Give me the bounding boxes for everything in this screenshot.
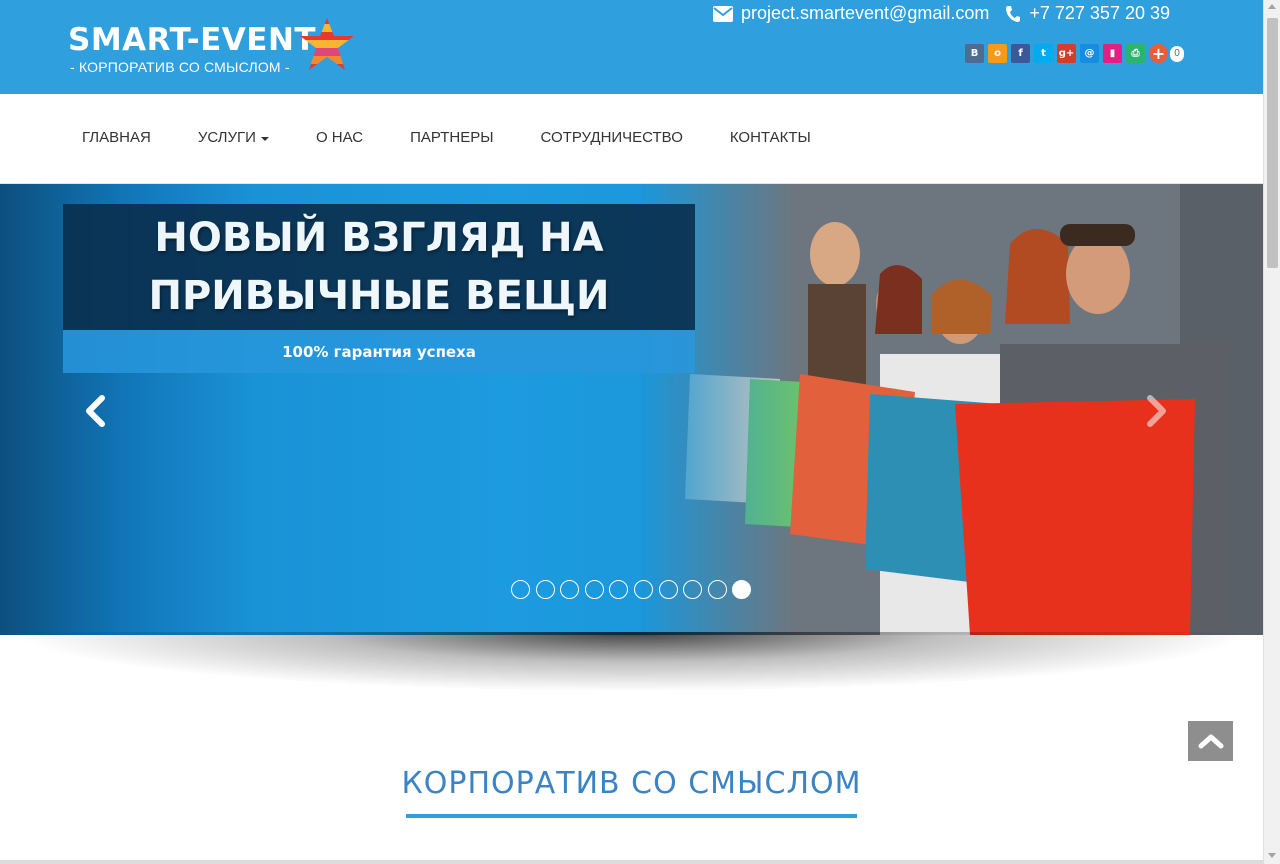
print-share-icon[interactable]: ⎙	[1126, 44, 1145, 63]
google-plus-share-icon[interactable]: g+	[1057, 44, 1076, 63]
nav-item-label[interactable]: О НАС	[316, 129, 363, 146]
envelope-icon	[713, 5, 733, 22]
slide-title-line2: ПРИВЫЧНЫЕ ВЕЩИ	[148, 273, 610, 319]
slide-indicator[interactable]	[584, 580, 604, 599]
caret-down-icon[interactable]	[260, 136, 269, 141]
horizontal-scrollbar[interactable]	[0, 860, 1263, 864]
more-share-icon[interactable]: +	[1149, 44, 1168, 63]
slide-indicator[interactable]	[535, 580, 555, 599]
nav-item-contacts[interactable]: КОНТАКТЫ	[730, 129, 811, 146]
nav-item-label[interactable]: ПАРТНЕРЫ	[410, 129, 493, 146]
vkontakte-share-icon[interactable]: В	[965, 44, 984, 63]
hero-slider: НОВЫЙ ВЗГЛЯД НА ПРИВЫЧНЫЕ ВЕЩИ 100% гара…	[0, 184, 1263, 635]
logo-subtitle: - КОРПОРАТИВ СО СМЫСЛОМ -	[70, 59, 290, 75]
slide-indicators	[511, 580, 757, 599]
nav-item-about[interactable]: О НАС	[316, 129, 363, 146]
slide-indicator[interactable]	[658, 580, 678, 599]
bookmark-share-icon[interactable]: ▮	[1103, 44, 1122, 63]
chevron-left-icon[interactable]	[82, 394, 112, 428]
facebook-share-icon[interactable]: f	[1011, 44, 1030, 63]
chevron-right-icon[interactable]	[1140, 394, 1170, 428]
logo[interactable]: SMART-EVENT - КОРПОРАТИВ СО СМЫСЛОМ -	[68, 22, 316, 75]
slide-title-line1: НОВЫЙ ВЗГЛЯД НА	[154, 215, 604, 261]
top-header: SMART-EVENT - КОРПОРАТИВ СО СМЫСЛОМ - pr…	[0, 0, 1263, 94]
slide-indicator-active[interactable]	[732, 580, 752, 599]
slide-indicator[interactable]	[633, 580, 653, 599]
slide-indicator[interactable]	[707, 580, 727, 599]
share-count: 0	[1170, 45, 1184, 62]
phone-contact[interactable]: +7 727 357 20 39	[1005, 3, 1170, 24]
mail-ru-share-icon[interactable]: @	[1080, 44, 1099, 63]
slide-indicator[interactable]	[609, 580, 629, 599]
back-to-top-button[interactable]	[1188, 721, 1233, 761]
slide-indicator[interactable]	[560, 580, 580, 599]
scroll-up-arrow-icon[interactable]	[1268, 4, 1276, 9]
email-contact[interactable]: project.smartevent@gmail.com	[713, 3, 989, 24]
slide-subtitle: 100% гарантия успеха	[63, 330, 695, 373]
nav-item-cooperation[interactable]: СОТРУДНИЧЕСТВО	[541, 129, 683, 146]
share-buttons: В о f t g+ @ ▮ ⎙ + 0	[965, 44, 1184, 63]
slide-indicator[interactable]	[511, 580, 530, 599]
phone-text[interactable]: +7 727 357 20 39	[1029, 3, 1170, 24]
email-text[interactable]: project.smartevent@gmail.com	[741, 3, 989, 24]
star-logo-icon	[300, 18, 354, 70]
slide-indicator[interactable]	[683, 580, 703, 599]
chevron-up-icon	[1198, 734, 1223, 749]
twitter-share-icon[interactable]: t	[1034, 44, 1053, 63]
logo-title: SMART-EVENT	[68, 22, 317, 58]
slide-caption: НОВЫЙ ВЗГЛЯД НА ПРИВЫЧНЫЕ ВЕЩИ	[63, 204, 695, 330]
nav-item-home[interactable]: ГЛАВНАЯ	[82, 129, 151, 146]
nav-item-label[interactable]: УСЛУГИ	[198, 129, 256, 146]
nav-item-partners[interactable]: ПАРТНЕРЫ	[410, 129, 493, 146]
slider-shadow	[10, 632, 1253, 692]
nav-item-label[interactable]: СОТРУДНИЧЕСТВО	[541, 129, 683, 146]
section-title: КОРПОРАТИВ СО СМЫСЛОМ	[401, 766, 862, 801]
main-nav: ГЛАВНАЯ УСЛУГИ О НАС ПАРТНЕРЫ СОТРУДНИЧЕ…	[0, 94, 1263, 184]
nav-item-label[interactable]: ГЛАВНАЯ	[82, 129, 151, 146]
scroll-down-arrow-icon[interactable]	[1268, 853, 1276, 858]
section-underline	[406, 814, 857, 818]
odnoklassniki-share-icon[interactable]: о	[988, 44, 1007, 63]
nav-item-services[interactable]: УСЛУГИ	[198, 129, 269, 146]
scroll-thumb[interactable]	[1267, 18, 1278, 268]
nav-item-label[interactable]: КОНТАКТЫ	[730, 129, 811, 146]
vertical-scrollbar[interactable]	[1263, 0, 1280, 864]
contacts: project.smartevent@gmail.com +7 727 357 …	[697, 3, 1170, 24]
phone-icon	[1006, 5, 1021, 22]
